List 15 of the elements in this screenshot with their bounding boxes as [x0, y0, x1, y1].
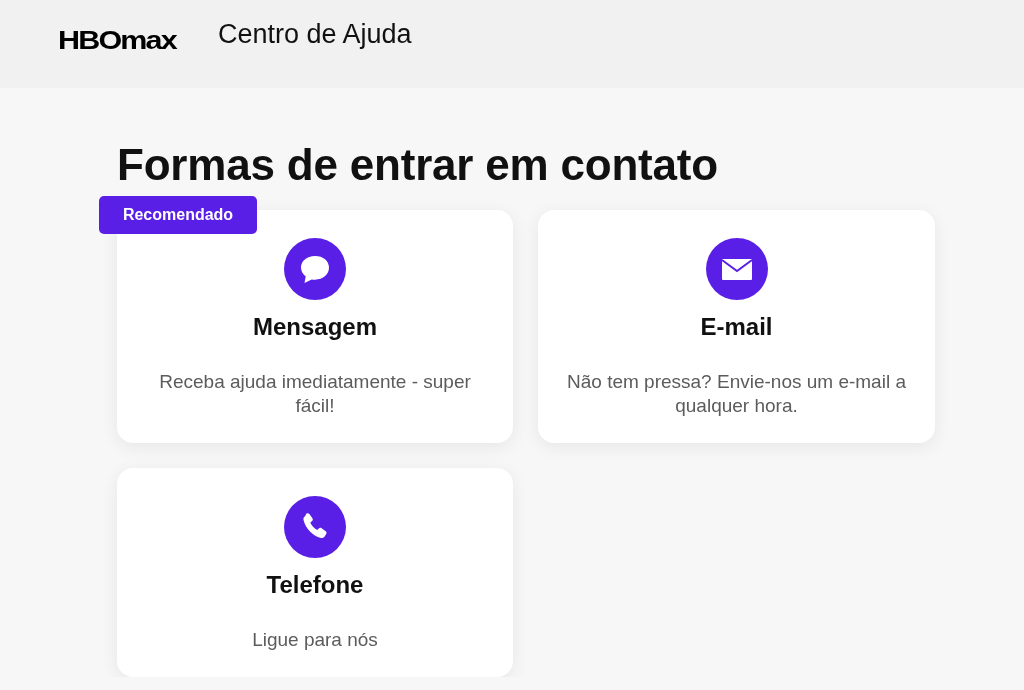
contact-option-card[interactable]: Telefone Ligue para nós: [117, 468, 513, 677]
page-heading: Formas de entrar em contato: [117, 140, 718, 190]
logo[interactable]: HBOmax: [58, 28, 176, 52]
contact-option-card[interactable]: E-mail Não tem pressa? Envie-nos um e-mail a qualquer hora.: [538, 210, 935, 443]
option-title: E-mail: [700, 312, 773, 342]
recommended-badge: Recomendado: [99, 196, 257, 234]
option-title: Mensagem: [252, 312, 377, 342]
site-title: Centro de Ajuda: [218, 18, 412, 50]
chat-bubble-icon: [284, 238, 346, 300]
phone-icon: [284, 496, 346, 558]
option-description: Ligue para nós: [252, 628, 378, 652]
option-title: Telefone: [266, 570, 364, 600]
option-description: Não tem pressa? Envie-nos um e-mail a qualquer hora.: [566, 370, 907, 418]
option-description: Receba ajuda imediatamente - super fácil!: [158, 370, 472, 418]
envelope-icon: [705, 238, 768, 300]
